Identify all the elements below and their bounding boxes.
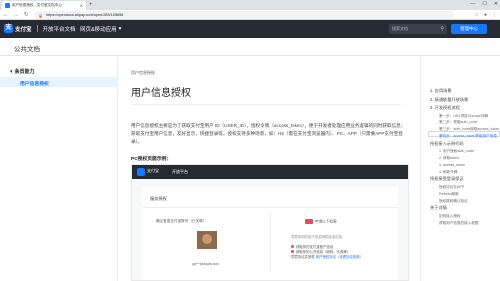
- toc-item[interactable]: 第二步：获取auth_code: [439, 120, 477, 125]
- tab-title: 用户信息授权 - 支付宝文档中心: [12, 3, 62, 7]
- toc-item[interactable]: 第四步：access_token获取用户信息: [439, 134, 497, 139]
- lock-icon: 🔒: [38, 12, 43, 18]
- new-tab-icon[interactable]: +: [89, 1, 93, 9]
- platform-name: 开放平台文档: [42, 26, 76, 33]
- permission-heading: 申请以下权限: [305, 219, 337, 224]
- permission-heading-text: 申请以下权限: [315, 219, 337, 224]
- maximize-icon[interactable]: ☐: [482, 0, 486, 9]
- console-button[interactable]: 管理中心: [451, 24, 487, 34]
- toc-item[interactable]: 第一步：URL拼接与scope详解: [439, 114, 488, 119]
- screenshot-platform: 开放平台: [172, 169, 188, 174]
- intro-paragraph: 用户信息授权主要是为了获取支付宝用户 ID（USER_ID），授权令牌（acce…: [131, 123, 406, 144]
- search-icon[interactable]: ⚲: [440, 26, 444, 32]
- section-heading: PC授权页面示例：: [131, 157, 172, 162]
- example-screenshot: 支付宝 开放平台 服务授权 确认登录支付宝账号（已关联） qq***@alipa…: [131, 164, 409, 281]
- url-input[interactable]: 🔒 https://opendocs.alipay.com/open/289/1…: [34, 11, 454, 19]
- alipay-logo-icon: [137, 168, 145, 176]
- sub-header: 公共文档: [0, 38, 500, 56]
- star-icon[interactable]: ☆: [474, 11, 478, 19]
- login-label: 确认登录支付宝账号（已关联）: [156, 219, 207, 223]
- nav-dropdown-label: 网页&移动应用: [80, 27, 117, 33]
- search-input[interactable]: 搜索文档 ⚲: [389, 24, 447, 34]
- toc-item[interactable]: 2. 接通能量开放场景: [430, 97, 468, 103]
- nav-buttons: ← → ↻: [3, 11, 29, 19]
- card-divider: [142, 207, 398, 208]
- sidebar-group-label: 会员能力: [14, 69, 35, 75]
- screenshot-header: 支付宝 开放平台: [132, 165, 408, 179]
- close-tab-icon[interactable]: ✕: [80, 3, 83, 8]
- sidebar-group[interactable]: ▾ 会员能力: [10, 68, 35, 76]
- window-controls: — ☐ ✕: [470, 0, 498, 9]
- browser-toolbar-icons: ☆ ● ⋮: [474, 11, 497, 19]
- toc-item[interactable]: 授权协议在APP: [439, 185, 464, 190]
- screenshot-brand: 支付宝: [147, 168, 159, 173]
- toc-item[interactable]: 1. 应用场景: [430, 88, 451, 94]
- toc-item[interactable]: 1. 用户授权auth_code: [439, 149, 474, 154]
- toc-item[interactable]: 第三步：auth_code换取access_token: [439, 127, 499, 132]
- toc-item[interactable]: 获取用户信息的接入权限: [439, 221, 479, 226]
- nav-dropdown[interactable]: 网页&移动应用 ▾: [80, 25, 121, 33]
- card-vertical-divider: [270, 213, 271, 273]
- app-tag-icon: [305, 219, 313, 224]
- browser-tab[interactable]: 用户信息授权 - 支付宝文档中心 ✕: [2, 1, 86, 10]
- back-icon[interactable]: ←: [3, 11, 9, 19]
- auth-card: 服务授权 确认登录支付宝账号（已关联） qq***@alipay.com 申请以…: [142, 187, 398, 280]
- chevron-down-icon: ▾: [10, 68, 13, 75]
- breadcrumb[interactable]: 用户信息授权: [131, 70, 155, 76]
- title-divider: [131, 104, 401, 105]
- site-header: 支 支付宝 开放平台文档 网页&移动应用 ▾ 搜索文档 ⚲ 管理中心: [0, 20, 500, 38]
- toc-item[interactable]: 3. 开发授权流程: [430, 105, 460, 111]
- brand-name: 支付宝: [15, 26, 32, 33]
- toc-item[interactable]: 3. access_token: [439, 163, 465, 167]
- sidebar-active-highlight: [0, 77, 118, 87]
- toc-item[interactable]: 如何接入授权: [439, 214, 461, 219]
- left-sidebar: ▾ 会员能力 用户信息授权: [0, 57, 118, 281]
- permission-1: 获取你的支付宝账户信息: [296, 245, 334, 249]
- bullet-icon: [291, 250, 294, 253]
- chevron-down-icon: ▾: [118, 26, 122, 32]
- favicon-icon: [5, 3, 10, 8]
- permission-subheading: 同意将你的如下信息授权给该应用：: [291, 235, 346, 239]
- reload-icon[interactable]: ↻: [24, 11, 29, 19]
- table-of-contents: 1. 应用场景 2. 接通能量开放场景 3. 开发授权流程第一步：URL拼接与sco…: [420, 57, 500, 281]
- profile-icon[interactable]: ●: [484, 11, 487, 19]
- logo-divider: [36, 25, 38, 32]
- browser-tab-bar: 用户信息授权 - 支付宝文档中心 ✕ + — ☐ ✕: [0, 0, 500, 10]
- toc-item[interactable]: 关于详情: [430, 205, 447, 211]
- toc-item[interactable]: 授权跳转确认验证: [439, 199, 468, 204]
- site-logo[interactable]: 支 支付宝 开放平台文档: [4, 24, 76, 33]
- permission-2: 获取你的公开信息（昵称、头像等）: [296, 250, 351, 254]
- toc-item[interactable]: 2. 获取token: [439, 156, 459, 161]
- toc-item[interactable]: 授权接受登录保证: [430, 176, 464, 182]
- section-title: 公共文档: [14, 46, 40, 53]
- search-placeholder: 搜索文档: [392, 26, 408, 31]
- main-content: 用户信息授权 用户信息授权 用户信息授权主要是为了获取支付宝用户 ID（USER…: [118, 57, 420, 281]
- agreement-prefix: 同意协议并授权: [291, 255, 315, 259]
- avatar: [197, 231, 217, 249]
- forward-icon[interactable]: →: [14, 11, 20, 19]
- screenshot-body: 服务授权 确认登录支付宝账号（已关联） qq***@alipay.com 申请以…: [132, 179, 408, 280]
- minimize-icon[interactable]: —: [470, 0, 475, 9]
- alipay-logo-icon: 支: [4, 24, 13, 33]
- permission-list: 获取你的支付宝账户信息 获取你的公开信息（昵称、头像等） 同意协议并授权 用户授…: [291, 245, 363, 260]
- toc-item[interactable]: 授权接入示例代码: [430, 141, 464, 147]
- auth-card-title: 服务授权: [150, 196, 167, 201]
- sidebar-item-user-auth[interactable]: 用户信息授权: [20, 80, 49, 87]
- account-email: qq***@alipay.com: [192, 262, 220, 266]
- page-title: 用户信息授权: [131, 88, 191, 99]
- url-text: https://opendocs.alipay.com/open/289/105…: [45, 13, 124, 17]
- menu-icon[interactable]: ⋮: [492, 11, 497, 19]
- close-window-icon[interactable]: ✕: [494, 0, 498, 9]
- address-bar: ← → ↻ 🔒 https://opendocs.alipay.com/open…: [0, 10, 500, 20]
- bullet-icon: [291, 245, 294, 248]
- agreement-line: 同意协议并授权 用户授权协议（查看协议条款）: [291, 255, 363, 260]
- toc-item[interactable]: 4. 刷新令牌: [439, 170, 457, 175]
- agreement-link: 用户授权协议（查看协议条款）: [315, 255, 364, 259]
- toc-item[interactable]: Refresh刷新: [439, 192, 459, 197]
